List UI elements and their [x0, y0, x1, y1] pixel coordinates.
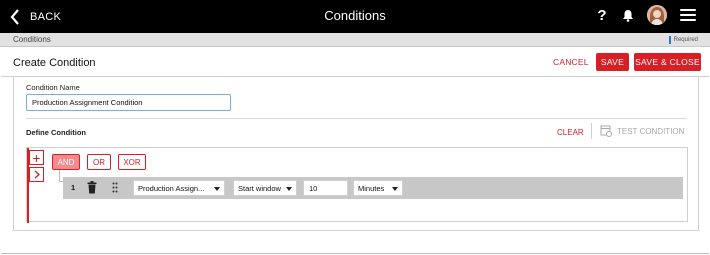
divider: [591, 123, 592, 139]
operator-xor-button[interactable]: XOR: [118, 154, 146, 170]
condition-name-label: Condition Name: [26, 83, 80, 92]
chevron-down-icon: [392, 187, 398, 191]
operator-select-value: Start window: [238, 184, 281, 193]
create-condition-panel: Create Condition CANCEL SAVE SAVE & CLOS…: [1, 48, 709, 254]
operator-and-button[interactable]: AND: [52, 154, 80, 170]
trash-icon[interactable]: [87, 181, 97, 194]
save-button[interactable]: SAVE: [596, 53, 629, 71]
rule-builder: + AND OR XOR 1 Production Assign... Star…: [26, 147, 688, 223]
operator-select[interactable]: Start window: [233, 180, 297, 196]
drag-handle-icon[interactable]: [112, 182, 118, 193]
avatar-image: [647, 5, 667, 25]
divider: [26, 118, 687, 119]
operator-or-button[interactable]: OR: [87, 154, 111, 170]
unit-select[interactable]: Minutes: [353, 180, 403, 196]
bell-icon[interactable]: [622, 9, 634, 22]
top-bar: BACK Conditions ?: [0, 0, 710, 33]
condition-form: Condition Name Define Condition CLEAR TE…: [13, 77, 699, 231]
required-legend: Required: [668, 36, 698, 44]
cancel-button[interactable]: CANCEL: [553, 57, 589, 67]
chevron-right-icon: [34, 170, 40, 179]
expand-group-button[interactable]: [29, 167, 44, 182]
breadcrumb: Conditions Required: [0, 33, 710, 47]
panel-title: Create Condition: [13, 57, 96, 69]
avatar[interactable]: [647, 5, 667, 25]
chevron-down-icon: [286, 187, 292, 191]
required-label: Required: [673, 37, 698, 43]
breadcrumb-item-conditions[interactable]: Conditions: [13, 35, 51, 44]
rule-number: 1: [71, 183, 76, 192]
condition-name-input[interactable]: [26, 94, 231, 111]
chevron-down-icon: [214, 187, 220, 191]
save-close-button[interactable]: SAVE & CLOSE: [634, 53, 701, 71]
required-marker: [668, 36, 671, 44]
add-rule-button[interactable]: +: [29, 150, 44, 165]
help-icon[interactable]: ?: [595, 7, 609, 24]
plus-icon: +: [32, 149, 41, 166]
value-input[interactable]: 10: [303, 180, 348, 196]
test-condition-button[interactable]: TEST CONDITION: [600, 125, 684, 137]
test-condition-icon: [600, 125, 612, 137]
clear-button[interactable]: CLEAR: [557, 128, 584, 137]
field-select[interactable]: Production Assign...: [133, 180, 225, 196]
hamburger-menu-icon[interactable]: [680, 9, 696, 21]
test-condition-label: TEST CONDITION: [617, 126, 685, 136]
define-condition-label: Define Condition: [26, 128, 86, 137]
unit-select-value: Minutes: [358, 184, 385, 193]
rule-row: 1 Production Assign... Start window 10 M…: [63, 177, 683, 199]
field-select-value: Production Assign...: [138, 184, 205, 193]
